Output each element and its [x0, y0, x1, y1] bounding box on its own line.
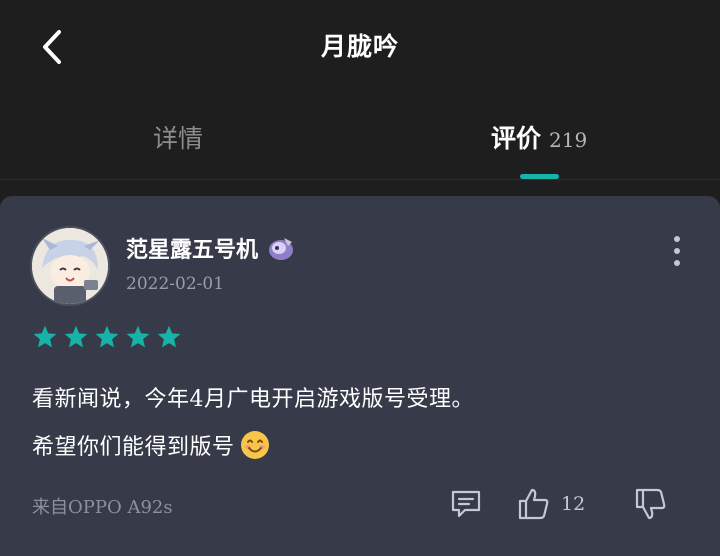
star-icon	[126, 325, 150, 348]
more-dot	[674, 260, 680, 266]
smile-emoji-icon	[239, 429, 271, 461]
thumbs-down-icon	[635, 488, 666, 520]
level-badge-icon	[266, 234, 296, 262]
more-options-button[interactable]	[664, 236, 690, 266]
like-count: 12	[561, 493, 586, 515]
star-icon	[64, 325, 88, 348]
like-button[interactable]: 12	[517, 487, 585, 521]
username-text: 范星露五号机	[126, 237, 259, 263]
thumbs-up-icon	[518, 488, 549, 520]
avatar-image	[32, 228, 108, 304]
tab-details-label: 详情	[153, 124, 204, 153]
tab-reviews-label: 评价	[491, 124, 542, 153]
active-tab-indicator	[520, 174, 559, 179]
more-dot	[674, 248, 680, 254]
app-header: 月胧吟	[0, 0, 720, 95]
page-title: 月胧吟	[320, 32, 399, 61]
tab-reviews[interactable]: 评价 219	[491, 119, 587, 159]
review-card: 范星露五号机 2022-02-01 看新闻说，今年4月广电开启游戏版号受理。 希…	[0, 196, 720, 556]
review-text-line-2: 希望你们能得到版号	[32, 429, 271, 461]
username[interactable]: 范星露五号机	[126, 232, 296, 264]
more-vertical-icon	[674, 236, 680, 242]
tab-bar: 详情 评价 219	[0, 95, 720, 180]
star-icon	[33, 325, 57, 348]
review-count: 219	[549, 128, 588, 152]
star-icon	[157, 325, 181, 348]
review-date: 2022-02-01	[126, 274, 225, 294]
rating-stars	[32, 324, 182, 350]
dislike-button[interactable]	[634, 487, 668, 521]
star-icon	[95, 325, 119, 348]
comment-button[interactable]	[449, 487, 483, 521]
tab-details[interactable]: 详情	[153, 119, 203, 159]
review-text-line-1: 看新闻说，今年4月广电开启游戏版号受理。	[32, 387, 474, 412]
device-info: 来自OPPO A92s	[32, 497, 173, 518]
review-text-line-2-text: 希望你们能得到版号	[32, 435, 235, 460]
comment-icon	[451, 490, 481, 518]
avatar[interactable]	[32, 228, 108, 304]
